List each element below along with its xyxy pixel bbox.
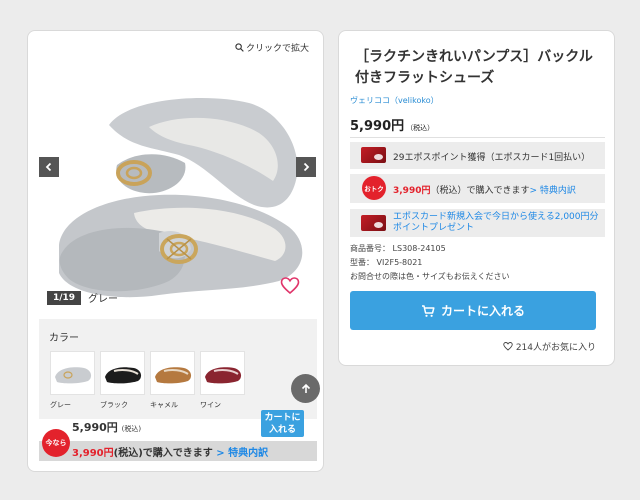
product-title: ［ラクチンきれいパンプス］バックル付きフラットシューズ bbox=[355, 49, 593, 86]
sticky-price: 5,990円 (税込) bbox=[72, 419, 141, 435]
chevron-right-icon bbox=[303, 162, 310, 172]
favorite-count[interactable]: 214人がお気に入り bbox=[503, 340, 596, 353]
sticky-deal-tax: (税込) bbox=[113, 448, 143, 459]
cart-icon bbox=[421, 304, 435, 317]
color-swatch-black[interactable]: ブラック bbox=[100, 351, 145, 410]
deal-text: 3,990円（税込）で購入できます> 特典内訳 bbox=[393, 183, 576, 196]
credit-card-icon bbox=[361, 215, 386, 231]
sticky-cart-button[interactable]: カートに入れる bbox=[261, 410, 304, 437]
new-card-promo-text[interactable]: エポスカード新規入会で今日から使える2,000円分ポイントプレゼント bbox=[393, 212, 603, 234]
swatch-label: キャメル bbox=[150, 401, 178, 409]
color-swatch-gray[interactable]: グレー bbox=[50, 351, 95, 410]
sticky-deal-badge: 今なら bbox=[42, 429, 70, 457]
heart-icon[interactable] bbox=[280, 277, 300, 295]
product-info-card: ［ラクチンきれいパンプス］バックル付きフラットシューズ ヴェリココ（veliko… bbox=[338, 30, 615, 366]
inquiry-note: お問合せの際は色・サイズもお伝えください bbox=[350, 272, 510, 281]
deal-tax: （税込） bbox=[430, 186, 467, 196]
product-gallery-card: クリックで拡大 1/19 グレー カラー グレー ブラック キャメル ワイン 5… bbox=[27, 30, 324, 472]
swatch-label: ワイン bbox=[200, 401, 221, 409]
deal-price: 3,990円 bbox=[393, 186, 431, 196]
credit-card-icon bbox=[361, 147, 386, 163]
add-to-cart-label: カートに入れる bbox=[440, 304, 525, 318]
zoom-label: クリックで拡大 bbox=[245, 44, 309, 54]
sticky-deal-link[interactable]: > 特典内訳 bbox=[216, 448, 268, 459]
add-to-cart-button[interactable]: カートに入れる bbox=[350, 291, 596, 330]
chevron-left-icon bbox=[45, 162, 52, 172]
sticky-price-value: 5,990円 bbox=[72, 421, 118, 434]
model-number: 型番： VI2F5-8021 bbox=[350, 258, 423, 267]
color-swatch-wine[interactable]: ワイン bbox=[200, 351, 245, 410]
arrow-up-icon bbox=[301, 383, 310, 393]
color-swatch-camel[interactable]: キャメル bbox=[150, 351, 195, 410]
new-card-promo[interactable]: エポスカード新規入会で今日から使える2,000円分ポイントプレゼント bbox=[350, 209, 605, 237]
color-section-title: カラー bbox=[49, 333, 79, 344]
shoe-thumbnail bbox=[54, 367, 91, 384]
product-number: 商品番号： LS308-24105 bbox=[350, 244, 446, 253]
deal-breakdown-link[interactable]: > 特典内訳 bbox=[530, 186, 576, 196]
brand-link[interactable]: ヴェリココ（velikoko） bbox=[350, 95, 439, 106]
next-image-button[interactable] bbox=[296, 157, 316, 177]
prev-image-button[interactable] bbox=[39, 157, 59, 177]
swatch-thumbnail bbox=[200, 351, 245, 395]
color-swatch-list: グレー ブラック キャメル ワイン bbox=[50, 351, 245, 410]
shoe-thumbnail bbox=[204, 367, 241, 384]
favorite-count-label: 214人がお気に入り bbox=[515, 343, 596, 353]
swatch-label: グレー bbox=[50, 401, 71, 409]
sticky-deal-text: 3,990円(税込)で購入できます > 特典内訳 bbox=[72, 444, 268, 459]
zoom-link[interactable]: クリックで拡大 bbox=[235, 41, 309, 54]
sticky-tax-note: (税込) bbox=[121, 425, 142, 433]
swatch-thumbnail bbox=[150, 351, 195, 395]
magnifier-icon bbox=[235, 43, 244, 52]
swatch-thumbnail bbox=[50, 351, 95, 395]
scroll-to-top-button[interactable] bbox=[291, 374, 320, 403]
swatch-thumbnail bbox=[100, 351, 145, 395]
heart-outline-icon bbox=[503, 342, 513, 351]
deal-badge: おトク bbox=[362, 176, 386, 200]
swatch-label: ブラック bbox=[100, 401, 128, 409]
shoe-thumbnail bbox=[104, 367, 141, 384]
deal-suffix: で購入できます bbox=[466, 186, 530, 196]
shoe-thumbnail bbox=[154, 367, 191, 384]
color-selector: カラー グレー ブラック キャメル ワイン bbox=[39, 319, 320, 419]
sticky-deal-price: 3,990円 bbox=[72, 448, 114, 459]
points-text: 29エポスポイント獲得（エポスカード1回払い） bbox=[393, 153, 591, 163]
sticky-deal-suffix: で購入できます bbox=[142, 448, 213, 459]
price-value: 5,990円 bbox=[350, 119, 405, 134]
divider bbox=[350, 137, 605, 138]
current-color-label: グレー bbox=[88, 294, 118, 305]
price-tax-note: （税込） bbox=[406, 124, 435, 132]
product-price: 5,990円 （税込） bbox=[350, 115, 434, 134]
points-info: 29エポスポイント獲得（エポスカード1回払い） bbox=[350, 142, 605, 169]
deal-info: おトク 3,990円（税込）で購入できます> 特典内訳 bbox=[350, 174, 605, 203]
image-counter: 1/19 bbox=[47, 291, 82, 305]
